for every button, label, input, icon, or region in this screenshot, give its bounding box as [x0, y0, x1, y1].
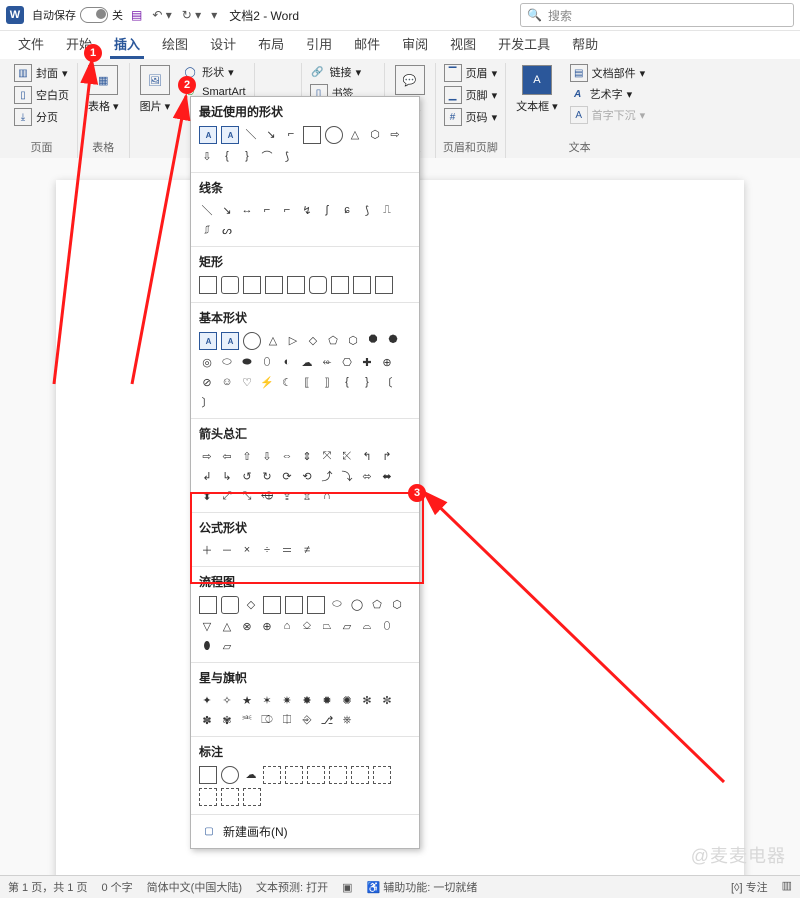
callout-badge-2: 2 [178, 76, 196, 94]
shape-rect[interactable] [303, 126, 321, 144]
shape-oval[interactable] [325, 126, 343, 144]
status-bar: 第 1 页，共 1 页 0 个字 简体中文(中国大陆) 文本预测: 打开 ▣ ♿… [0, 875, 800, 898]
status-prediction[interactable]: 文本预测: 打开 [256, 879, 328, 895]
status-wordcount[interactable]: 0 个字 [101, 879, 132, 895]
tab-design[interactable]: 设计 [200, 30, 246, 59]
qat-more-icon[interactable]: ▾ [211, 8, 217, 22]
callout-badge-3: 3 [408, 484, 426, 502]
quickparts-button[interactable]: ▤文档部件 ▾ [568, 63, 648, 83]
header-button[interactable]: ▔页眉 ▾ [442, 63, 500, 83]
tab-file[interactable]: 文件 [8, 30, 54, 59]
link-button[interactable]: 🔗链接 ▾ [308, 63, 378, 81]
document-title: 文档2 - Word [229, 7, 299, 24]
tab-review[interactable]: 审阅 [392, 30, 438, 59]
ribbon-tabs: 文件 开始 插入 绘图 设计 布局 引用 邮件 审阅 视图 开发工具 帮助 [0, 31, 800, 59]
shapes-section-basic: 基本形状 AA△▷◇⬠⬡⯃⯄◎⬭ ⬬⬯◐☁⬰⎔✚⊕⊘☺♡⚡ ☾⟦⟧{}〔〕 [191, 303, 419, 419]
tab-references[interactable]: 引用 [296, 30, 342, 59]
shapes-section-callouts: 标注 ☁ [191, 737, 419, 814]
shape-textbox-h[interactable]: A [199, 126, 217, 144]
shapes-section-arrows: 箭头总汇 ⇨⇦⇧⇩⇔⇕⤧⤪↰↱↲↳ ↺↻⟳⟲⤴⤵⬄⬌⬍⤢⤡⬲ ⇪⇫∩ [191, 419, 419, 513]
search-input[interactable]: 🔍 搜索 [520, 3, 794, 27]
group-pages-label: 页面 [12, 137, 71, 159]
callout-badge-1: 1 [84, 44, 102, 62]
table-icon: ▦ [88, 65, 118, 95]
status-page[interactable]: 第 1 页，共 1 页 [8, 879, 87, 895]
shapes-section-rects: 矩形 [191, 247, 419, 303]
shape-arrow-right[interactable]: ⇨ [387, 126, 403, 142]
picture-icon: 🖼 [140, 65, 170, 95]
group-pages: ▥封面 ▾ ▯空白页 ⤓分页 页面 [6, 63, 78, 159]
search-placeholder: 搜索 [548, 7, 572, 24]
status-views-icon[interactable]: ▥ [782, 879, 792, 895]
shape-line[interactable]: ＼ [243, 126, 259, 142]
shape-connector[interactable]: ⌐ [283, 126, 299, 142]
tab-developer[interactable]: 开发工具 [488, 30, 560, 59]
canvas-icon: ▢ [201, 824, 217, 840]
shape-textbox-v[interactable]: A [221, 126, 239, 144]
shapes-section-recent: 最近使用的形状 A A ＼ ↘ ⌐ △ ⬡ ⇨ ⇩ { } ⌒ ⟆ [191, 97, 419, 173]
pagenum-button[interactable]: #页码 ▾ [442, 107, 500, 127]
group-text-label: 文本 [512, 137, 647, 159]
shape-rbrace[interactable]: } [239, 148, 255, 164]
group-headerfooter-label: 页眉和页脚 [442, 137, 500, 159]
watermark: @麦麦电器 [691, 842, 786, 868]
blank-page-button[interactable]: ▯空白页 [12, 85, 71, 105]
save-icon[interactable]: ▤ [131, 8, 142, 22]
tab-mailings[interactable]: 邮件 [344, 30, 390, 59]
title-bar: W 自动保存 关 ▤ ↶ ▾ ↻ ▾ ▾ 文档2 - Word 🔍 搜索 [0, 0, 800, 31]
status-language[interactable]: 简体中文(中国大陆) [147, 879, 242, 895]
textbox-button[interactable]: A 文本框 ▾ [512, 63, 562, 116]
shapes-section-equation: 公式形状 ＋－×÷＝≠ [191, 513, 419, 567]
dropcap-button[interactable]: A首字下沉 ▾ [568, 105, 648, 125]
autosave-state: 关 [112, 7, 123, 23]
new-canvas-button[interactable]: ▢ 新建画布(N) [191, 814, 419, 848]
cover-page-button[interactable]: ▥封面 ▾ [12, 63, 71, 83]
group-headerfooter: ▔页眉 ▾ ▁页脚 ▾ #页码 ▾ 页眉和页脚 [436, 63, 507, 159]
shapes-section-stars: 星与旗帜 ✦✧★✶✷✸✹✺✻✼✽✾ ⎃⎄⎅⎆⎇⎈ [191, 663, 419, 737]
shape-line1[interactable]: ＼ [199, 202, 215, 218]
tab-insert[interactable]: 插入 [104, 30, 150, 59]
textbox-icon: A [522, 65, 552, 95]
status-focus[interactable]: [◊] 专注 [731, 879, 768, 895]
word-app-icon: W [6, 6, 24, 24]
shapes-dropdown-panel: 最近使用的形状 A A ＼ ↘ ⌐ △ ⬡ ⇨ ⇩ { } ⌒ ⟆ 线条 ＼↘↔… [190, 96, 420, 849]
table-button[interactable]: ▦ 表格 ▾ [84, 63, 123, 116]
page-break-button[interactable]: ⤓分页 [12, 107, 71, 127]
footer-button[interactable]: ▁页脚 ▾ [442, 85, 500, 105]
tab-view[interactable]: 视图 [440, 30, 486, 59]
shape-arrow-down[interactable]: ⇩ [199, 148, 215, 164]
undo-icon[interactable]: ↶ ▾ [152, 8, 171, 22]
shape-lbrace[interactable]: { [219, 148, 235, 164]
shape-triangle[interactable]: △ [347, 126, 363, 142]
wordart-button[interactable]: A艺术字 ▾ [568, 85, 648, 103]
redo-icon[interactable]: ↻ ▾ [182, 8, 201, 22]
autosave-label: 自动保存 [32, 7, 76, 23]
quick-access-toolbar: ▤ ↶ ▾ ↻ ▾ ▾ [131, 8, 217, 22]
status-accessibility[interactable]: ♿ 辅助功能: 一切就绪 [367, 879, 478, 895]
group-tables: ▦ 表格 ▾ 表格 [78, 63, 130, 159]
status-macro-icon[interactable]: ▣ [342, 881, 352, 894]
tab-draw[interactable]: 绘图 [152, 30, 198, 59]
search-icon: 🔍 [527, 8, 542, 22]
pictures-button[interactable]: 🖼 图片 ▾ [136, 63, 175, 116]
autosave-toggle[interactable]: 自动保存 关 [32, 7, 123, 23]
comment-icon: 💬 [395, 65, 425, 95]
tab-help[interactable]: 帮助 [562, 30, 608, 59]
shapes-section-flowchart: 流程图 ◇⬭◯⬠⬡▽△ ⊗⊕⌂⎐⏢⏥⌓⬯⬮▱ [191, 567, 419, 663]
toggle-icon[interactable] [80, 7, 108, 23]
shape-curve1[interactable]: ⌒ [259, 148, 275, 164]
shape-line-arrow[interactable]: ↘ [263, 126, 279, 142]
shape-hexagon[interactable]: ⬡ [367, 126, 383, 142]
shapes-section-lines: 线条 ＼↘↔⌐⌐↯ʃɕ⟆⎍⎎ᔕ [191, 173, 419, 247]
group-tables-label: 表格 [84, 137, 123, 159]
shape-curve2[interactable]: ⟆ [279, 148, 295, 164]
tab-layout[interactable]: 布局 [248, 30, 294, 59]
group-text: A 文本框 ▾ ▤文档部件 ▾ A艺术字 ▾ A首字下沉 ▾ 文本 [506, 63, 653, 159]
